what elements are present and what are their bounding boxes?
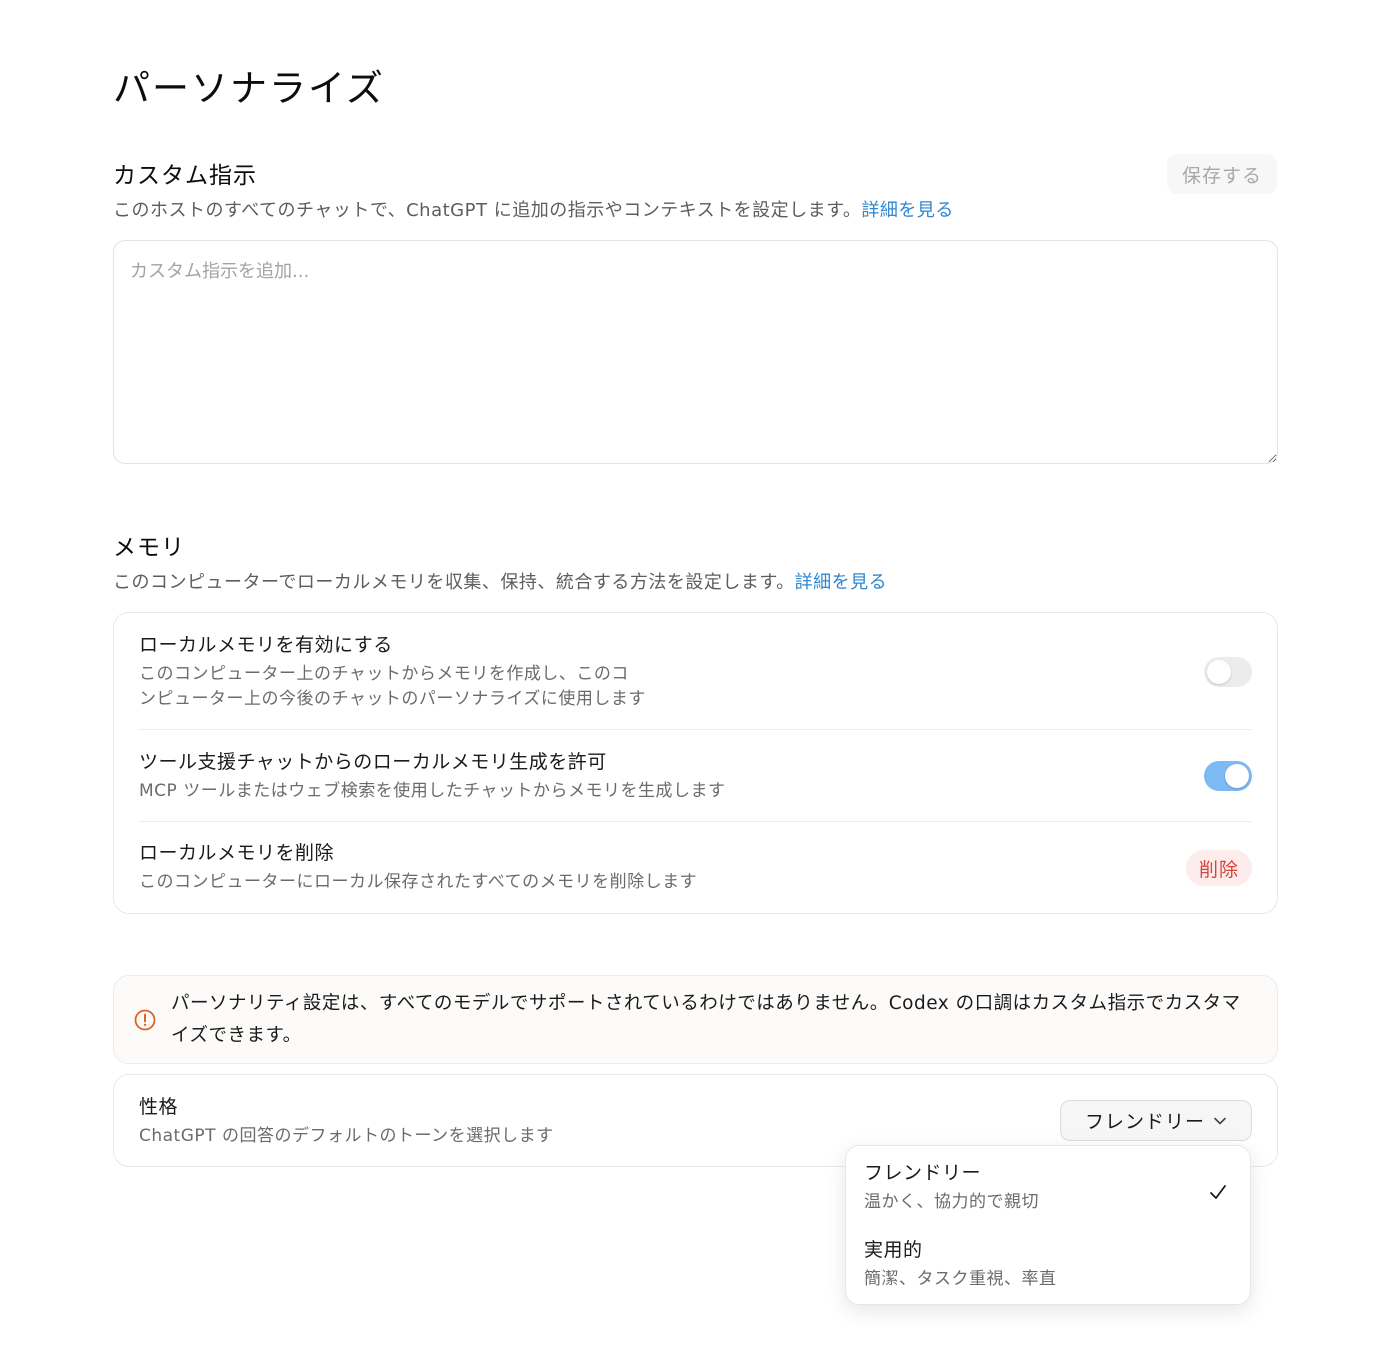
row-divider — [139, 729, 1252, 730]
memory-description-text: このコンピューターでローカルメモリを収集、保持、統合する方法を設定します。 — [113, 572, 795, 593]
memory-settings-card: ローカルメモリを有効にする このコンピューター上のチャットからメモリを作成し、こ… — [113, 612, 1278, 914]
enable-local-memory-description-line1: このコンピューター上のチャットからメモリを作成し、このコ — [139, 664, 629, 684]
tool-assisted-memory-title: ツール支援チャットからのローカルメモリ生成を許可 — [139, 751, 607, 773]
delete-memory-button[interactable]: 削除 — [1186, 850, 1252, 886]
option-label: 実用的 — [864, 1239, 923, 1261]
option-description: 温かく、協力的で親切 — [864, 1192, 1039, 1212]
tool-assisted-memory-description: MCP ツールまたはウェブ検索を使用したチャットからメモリを生成します — [139, 781, 726, 801]
delete-local-memory-row: ローカルメモリを削除 このコンピューターにローカル保存されたすべてのメモリを削除… — [139, 840, 1252, 895]
custom-instructions-input[interactable] — [113, 240, 1278, 464]
personality-selected-value: フレンドリー — [1084, 1111, 1205, 1133]
enable-local-memory-description: このコンピューター上のチャットからメモリを作成し、このコ ンピューター上の今後の… — [139, 662, 1252, 712]
tool-assisted-memory-row: ツール支援チャットからのローカルメモリ生成を許可 MCP ツールまたはウェブ検索… — [139, 749, 1252, 804]
memory-description: このコンピューターでローカルメモリを収集、保持、統合する方法を設定します。詳細を… — [113, 568, 887, 594]
memory-learn-more-link[interactable]: 詳細を見る — [795, 572, 888, 593]
enable-local-memory-toggle[interactable] — [1204, 657, 1252, 687]
option-description: 簡潔、タスク重視、率直 — [864, 1269, 1057, 1289]
personalize-page: パーソナライズ カスタム指示 このホストのすべてのチャットで、ChatGPT に… — [0, 0, 1400, 1354]
delete-local-memory-title: ローカルメモリを削除 — [139, 842, 335, 864]
personality-dropdown-menu: フレンドリー 温かく、協力的で親切 実用的 簡潔、タスク重視、率直 — [845, 1145, 1251, 1305]
option-label: フレンドリー — [864, 1162, 982, 1184]
row-divider — [139, 821, 1252, 822]
personality-warning-banner: パーソナリティ設定は、すべてのモデルでサポートされているわけではありません。Co… — [113, 975, 1278, 1064]
custom-instructions-description: このホストのすべてのチャットで、ChatGPT に追加の指示やコンテキストを設定… — [113, 196, 954, 222]
enable-local-memory-row: ローカルメモリを有効にする このコンピューター上のチャットからメモリを作成し、こ… — [139, 632, 1252, 712]
memory-title: メモリ — [113, 535, 185, 561]
tool-assisted-memory-toggle[interactable] — [1204, 761, 1252, 791]
toggle-knob — [1225, 764, 1249, 788]
delete-local-memory-description: このコンピューターにローカル保存されたすべてのメモリを削除します — [139, 872, 698, 892]
personality-option-friendly[interactable]: フレンドリー 温かく、協力的で親切 — [846, 1150, 1250, 1226]
enable-local-memory-description-line2: ンピューター上の今後のチャットのパーソナライズに使用します — [139, 689, 646, 709]
enable-local-memory-title: ローカルメモリを有効にする — [139, 634, 393, 656]
custom-instructions-description-text: このホストのすべてのチャットで、ChatGPT に追加の指示やコンテキストを設定… — [113, 200, 862, 221]
save-button[interactable]: 保存する — [1167, 154, 1277, 194]
custom-instructions-title: カスタム指示 — [113, 163, 257, 189]
alert-circle-icon — [134, 1009, 156, 1031]
checkmark-icon — [1210, 1185, 1226, 1199]
personality-option-practical[interactable]: 実用的 簡潔、タスク重視、率直 — [846, 1227, 1250, 1303]
page-title: パーソナライズ — [113, 67, 385, 110]
toggle-knob — [1207, 660, 1231, 684]
chevron-down-icon — [1214, 1117, 1226, 1124]
custom-instructions-learn-more-link[interactable]: 詳細を見る — [861, 200, 954, 221]
personality-warning-text: パーソナリティ設定は、すべてのモデルでサポートされているわけではありません。Co… — [171, 993, 1241, 1046]
personality-select[interactable]: フレンドリー — [1060, 1100, 1252, 1141]
